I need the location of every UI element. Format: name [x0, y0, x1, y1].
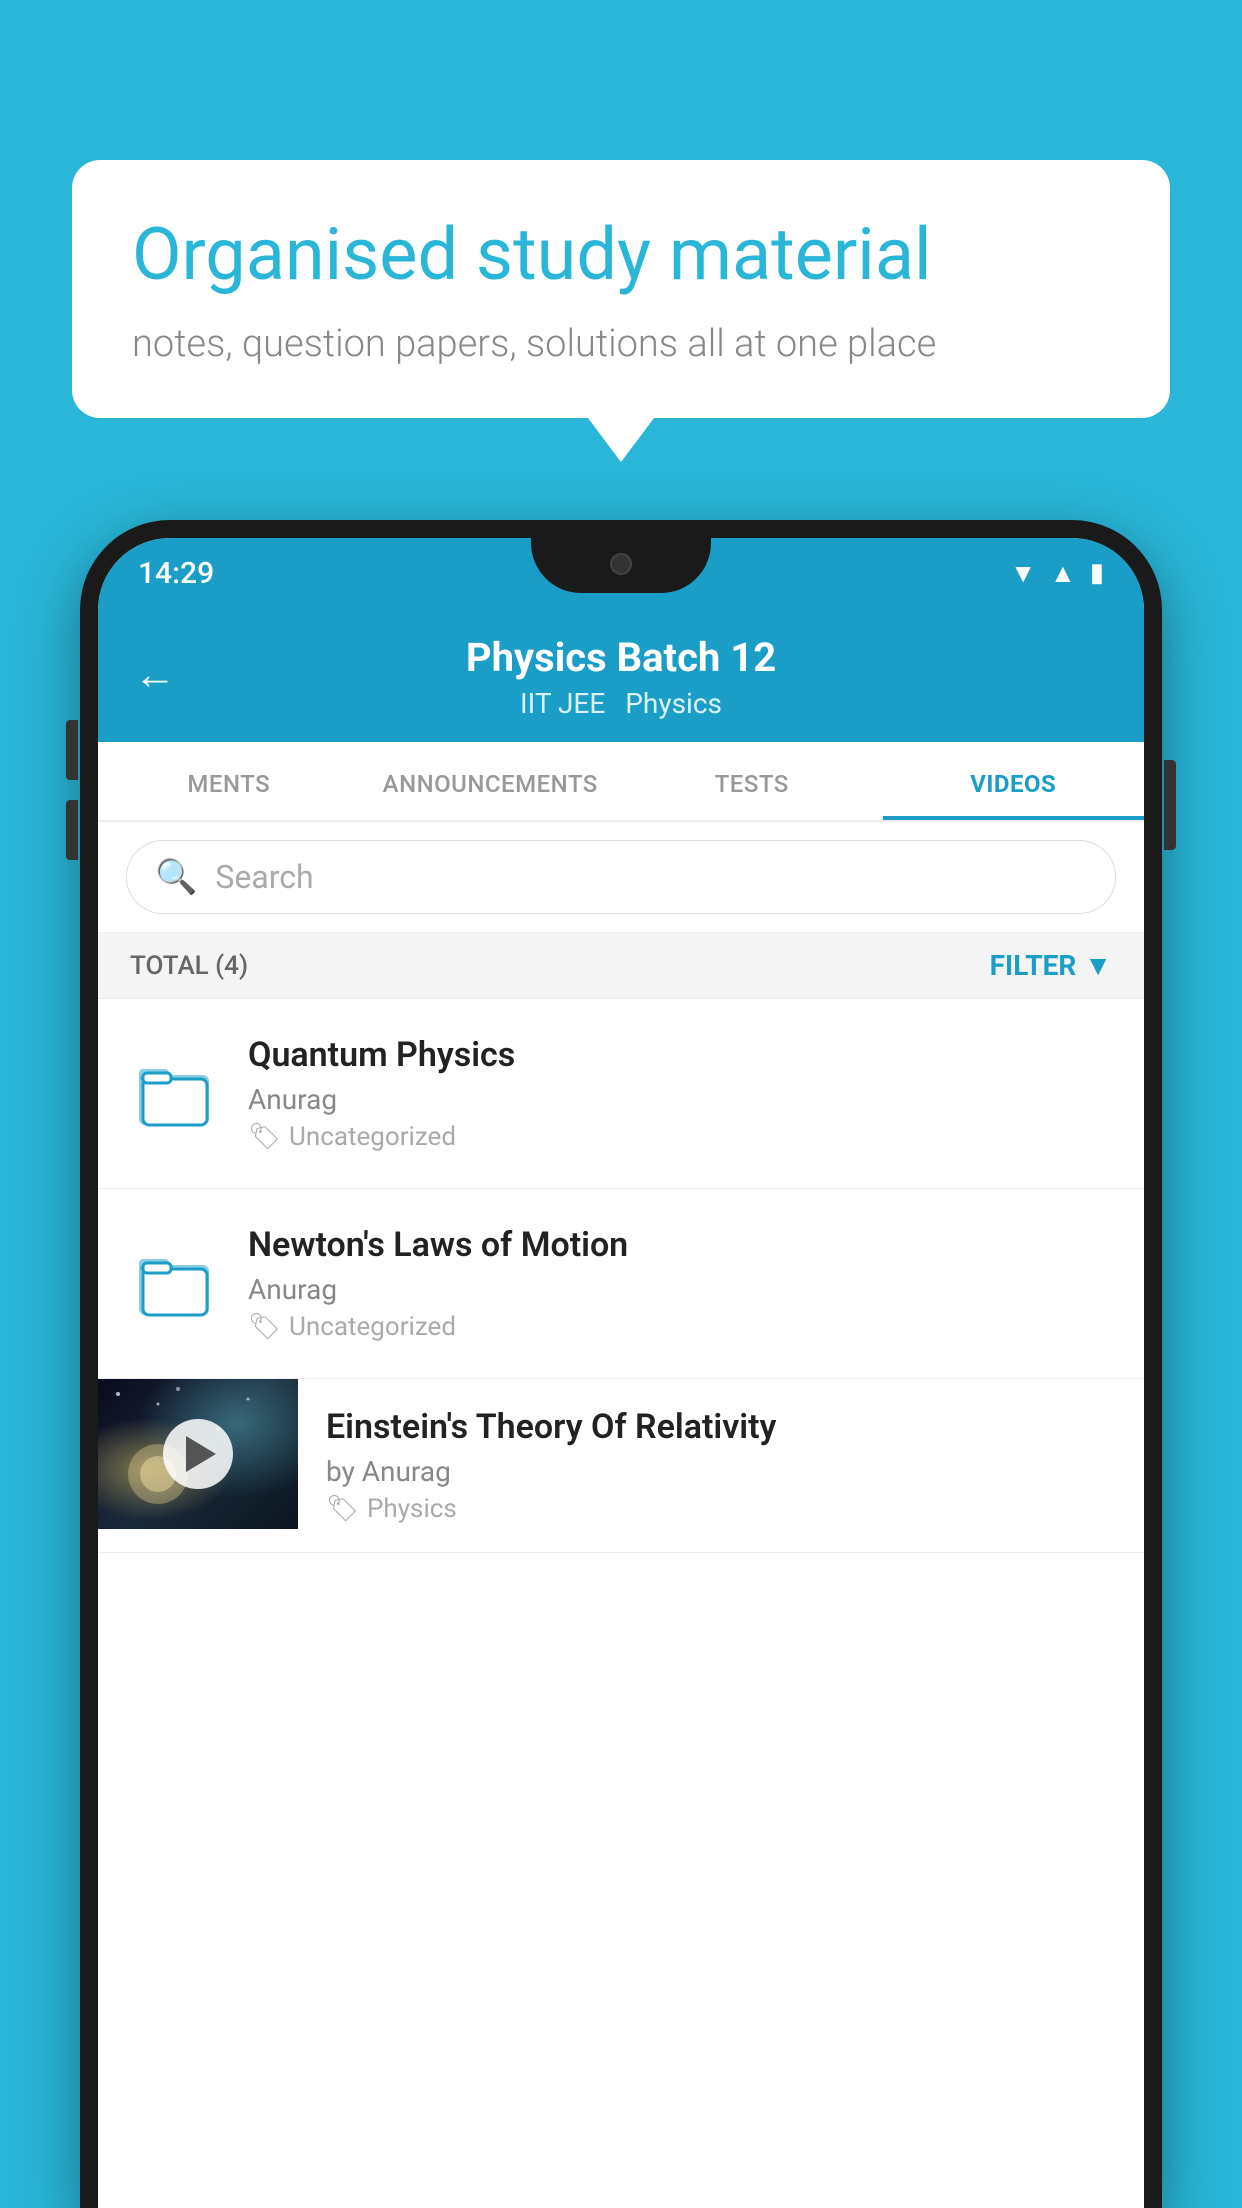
tabs-bar: MENTS ANNOUNCEMENTS TESTS VIDEOS	[98, 742, 1144, 822]
video-info: Einstein's Theory Of Relativity by Anura…	[298, 1379, 1144, 1552]
phone-volume-down-button[interactable]	[66, 800, 78, 860]
search-icon: 🔍	[155, 857, 197, 897]
tab-ments[interactable]: MENTS	[98, 742, 360, 820]
item-tag-2: 🏷 Uncategorized	[248, 1312, 1112, 1342]
tag-icon-3: 🏷	[326, 1494, 359, 1524]
item-author-2: Anurag	[248, 1273, 1112, 1306]
item-tag: 🏷 Uncategorized	[248, 1122, 1112, 1152]
folder-icon	[137, 1059, 213, 1129]
item-info-2: Newton's Laws of Motion Anurag 🏷 Uncateg…	[248, 1225, 1112, 1342]
video-list: Quantum Physics Anurag 🏷 Uncategorized	[98, 999, 1144, 1553]
video-tag: 🏷 Physics	[326, 1494, 1116, 1524]
wifi-icon: ▼	[1010, 558, 1036, 589]
filter-button[interactable]: FILTER ▼	[990, 949, 1112, 982]
folder-icon-wrap-2	[130, 1239, 220, 1329]
video-thumbnail	[98, 1379, 298, 1529]
phone-screen: 14:29 ▼ ▲ ▮ ← Physics Batch 12 IIT JEE P…	[98, 538, 1144, 2208]
status-icons: ▼ ▲ ▮	[1010, 558, 1104, 589]
tag-icon-2: 🏷	[248, 1312, 281, 1342]
phone-volume-up-button[interactable]	[66, 720, 78, 780]
folder-icon-wrap	[130, 1049, 220, 1139]
camera-icon	[610, 553, 632, 575]
signal-icon: ▲	[1050, 558, 1076, 589]
list-item[interactable]: Quantum Physics Anurag 🏷 Uncategorized	[98, 999, 1144, 1189]
list-item[interactable]: Newton's Laws of Motion Anurag 🏷 Uncateg…	[98, 1189, 1144, 1379]
phone-notch	[531, 538, 711, 593]
phone-shell: 14:29 ▼ ▲ ▮ ← Physics Batch 12 IIT JEE P…	[80, 520, 1162, 2208]
item-info: Quantum Physics Anurag 🏷 Uncategorized	[248, 1035, 1112, 1152]
subtitle-physics: Physics	[625, 687, 722, 720]
tab-videos[interactable]: VIDEOS	[883, 742, 1145, 820]
app-header: ← Physics Batch 12 IIT JEE Physics	[98, 608, 1144, 742]
battery-icon: ▮	[1090, 558, 1104, 588]
video-title: Einstein's Theory Of Relativity	[326, 1407, 1116, 1447]
play-button[interactable]	[163, 1419, 233, 1489]
search-container: 🔍 Search	[98, 822, 1144, 933]
item-title: Quantum Physics	[248, 1035, 1112, 1075]
header-subtitle: IIT JEE Physics	[520, 687, 722, 720]
back-button[interactable]: ←	[134, 651, 176, 700]
search-box[interactable]: 🔍 Search	[126, 840, 1116, 914]
folder-icon-2	[137, 1249, 213, 1319]
tab-announcements[interactable]: ANNOUNCEMENTS	[360, 742, 622, 820]
subtitle-iitjee: IIT JEE	[520, 687, 605, 720]
speech-bubble-title: Organised study material	[132, 212, 1110, 298]
page-title: Physics Batch 12	[466, 634, 776, 681]
speech-bubble: Organised study material notes, question…	[72, 160, 1170, 418]
item-title-2: Newton's Laws of Motion	[248, 1225, 1112, 1265]
tab-tests[interactable]: TESTS	[621, 742, 883, 820]
speech-bubble-subtitle: notes, question papers, solutions all at…	[132, 322, 1110, 366]
item-author: Anurag	[248, 1083, 1112, 1116]
list-item-video[interactable]: Einstein's Theory Of Relativity by Anura…	[98, 1379, 1144, 1553]
total-count-label: TOTAL (4)	[130, 951, 248, 981]
filter-bar: TOTAL (4) FILTER ▼	[98, 933, 1144, 999]
video-author: by Anurag	[326, 1455, 1116, 1488]
speech-bubble-container: Organised study material notes, question…	[72, 160, 1170, 418]
status-time: 14:29	[138, 556, 214, 591]
tag-icon: 🏷	[248, 1122, 281, 1152]
phone-power-button[interactable]	[1164, 760, 1176, 850]
play-triangle-icon	[186, 1436, 216, 1472]
search-input[interactable]: Search	[215, 858, 313, 896]
filter-icon: ▼	[1084, 949, 1112, 982]
